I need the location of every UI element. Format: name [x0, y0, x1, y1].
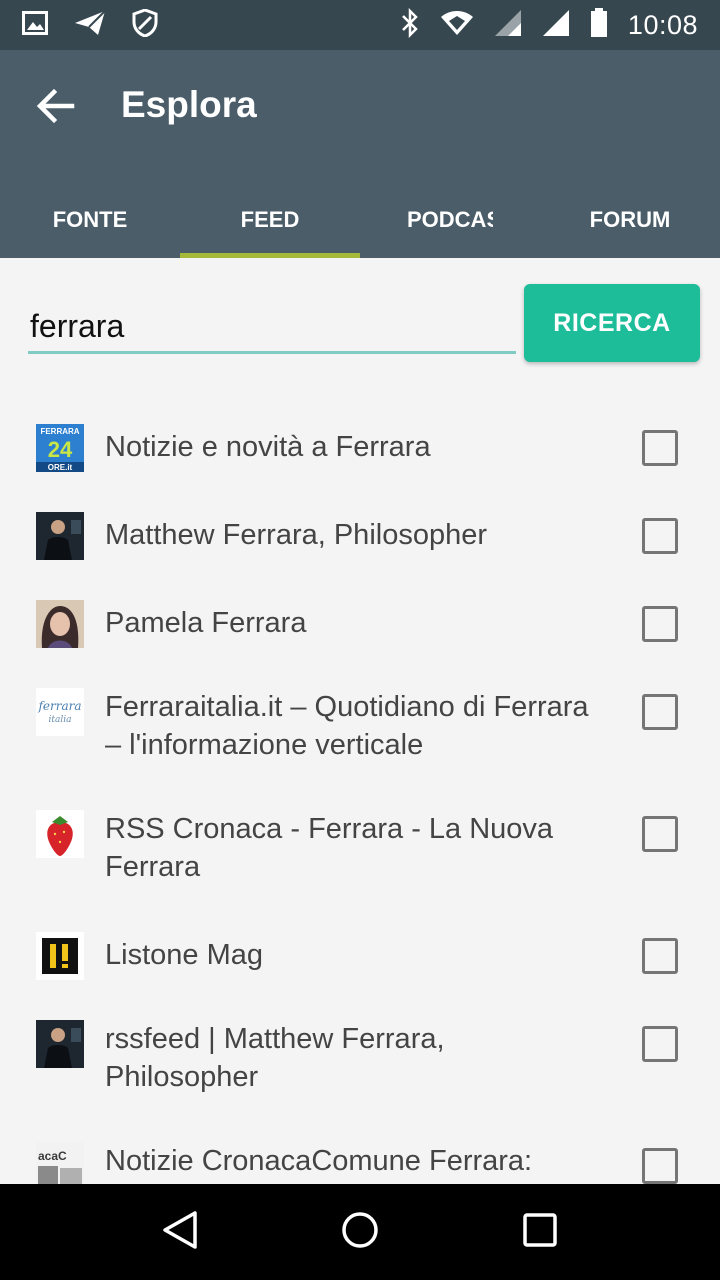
status-bar: 10:08 [0, 0, 720, 50]
item-checkbox[interactable] [642, 816, 678, 852]
tab-fonte[interactable]: FONTE [0, 182, 180, 258]
item-checkbox[interactable] [642, 694, 678, 730]
portrait-photo-thumbnail [36, 600, 84, 648]
list-item[interactable]: Listone Mag [0, 912, 720, 1000]
item-checkbox[interactable] [642, 518, 678, 554]
list-item[interactable]: Matthew Ferrara, Philosopher [0, 492, 720, 580]
page-title: Esplora [121, 84, 257, 125]
item-checkbox[interactable] [642, 430, 678, 466]
item-title: Pamela Ferrara [105, 607, 307, 639]
ferrara24-logo-thumbnail: FERRARA 24 ORE.it [36, 424, 84, 472]
nav-recents-button[interactable] [510, 1202, 570, 1262]
item-title: Notizie e novità a Ferrara [105, 431, 431, 463]
item-title: Listone Mag [105, 939, 263, 971]
list-item[interactable]: RSS Cronaca - Ferrara - La Nuova Ferrara [0, 790, 720, 912]
list-item[interactable]: rssfeed | Matthew Ferrara, Philosopher [0, 1000, 720, 1122]
system-nav-bar [0, 1184, 720, 1280]
thumb-text: ferrara [37, 699, 81, 713]
back-button[interactable] [36, 86, 76, 126]
thumb-text: italia [49, 715, 72, 725]
search-row: RICERCA [0, 258, 720, 378]
result-list: FERRARA 24 ORE.it Notizie e novità a Fer… [0, 404, 720, 1184]
thumb-text: ORE.it [48, 463, 73, 472]
item-checkbox[interactable] [642, 606, 678, 642]
tab-podcast[interactable]: PODCAST [360, 182, 540, 258]
speaker-photo-thumbnail [36, 512, 84, 560]
thumb-text: acaC [38, 1149, 67, 1163]
item-title: Notizie CronacaComune Ferrara: [105, 1145, 533, 1177]
strawberry-logo-thumbnail [36, 810, 84, 858]
battery-icon [590, 7, 608, 43]
list-item[interactable]: Pamela Ferrara [0, 580, 720, 668]
search-button[interactable]: RICERCA [524, 284, 700, 362]
arrow-back-icon [36, 88, 76, 130]
image-notification-icon [22, 10, 48, 40]
wifi-icon [440, 10, 474, 41]
nav-home-button[interactable] [330, 1202, 390, 1262]
item-title: RSS Cronaca - Ferrara - La Nuova Ferrara [105, 813, 554, 883]
triangle-back-icon [162, 1210, 198, 1255]
item-title: Matthew Ferrara, Philosopher [105, 519, 487, 551]
tab-feed[interactable]: FEED [180, 182, 360, 258]
item-title: rssfeed | Matthew Ferrara, Philosopher [105, 1023, 445, 1093]
item-checkbox[interactable] [642, 938, 678, 974]
tab-forum[interactable]: FORUM [540, 182, 720, 258]
speaker-photo-thumbnail [36, 1020, 84, 1068]
thumb-text: 24 [48, 437, 73, 462]
search-input[interactable] [28, 302, 516, 354]
ferraraitalia-logo-thumbnail: ferrara italia [36, 688, 84, 736]
tab-bar: FONTE FEED PODCAST FORUM [0, 182, 720, 258]
list-item[interactable]: ferrara italia Ferraraitalia.it – Quotid… [0, 668, 720, 790]
signal-icon-2 [542, 9, 570, 42]
thumb-text: FERRARA [40, 427, 79, 436]
signal-icon-1 [494, 9, 522, 42]
circle-home-icon [340, 1210, 380, 1255]
listone-logo-thumbnail [36, 932, 84, 980]
nav-back-button[interactable] [150, 1202, 210, 1262]
status-time: 10:08 [627, 9, 698, 40]
send-notification-icon [74, 9, 106, 41]
item-checkbox[interactable] [642, 1026, 678, 1062]
bluetooth-icon [400, 7, 420, 43]
cronacacomune-logo-thumbnail: acaC [36, 1142, 84, 1184]
blocked-shield-icon [132, 7, 158, 42]
list-item[interactable]: acaC Notizie CronacaComune Ferrara: [0, 1122, 720, 1184]
square-recents-icon [522, 1212, 558, 1253]
item-checkbox[interactable] [642, 1148, 678, 1184]
list-item[interactable]: FERRARA 24 ORE.it Notizie e novità a Fer… [0, 404, 720, 492]
app-bar: Esplora FONTE FEED PODCAST FORUM [0, 50, 720, 258]
item-title: Ferraraitalia.it – Quotidiano di Ferrara… [105, 691, 589, 761]
